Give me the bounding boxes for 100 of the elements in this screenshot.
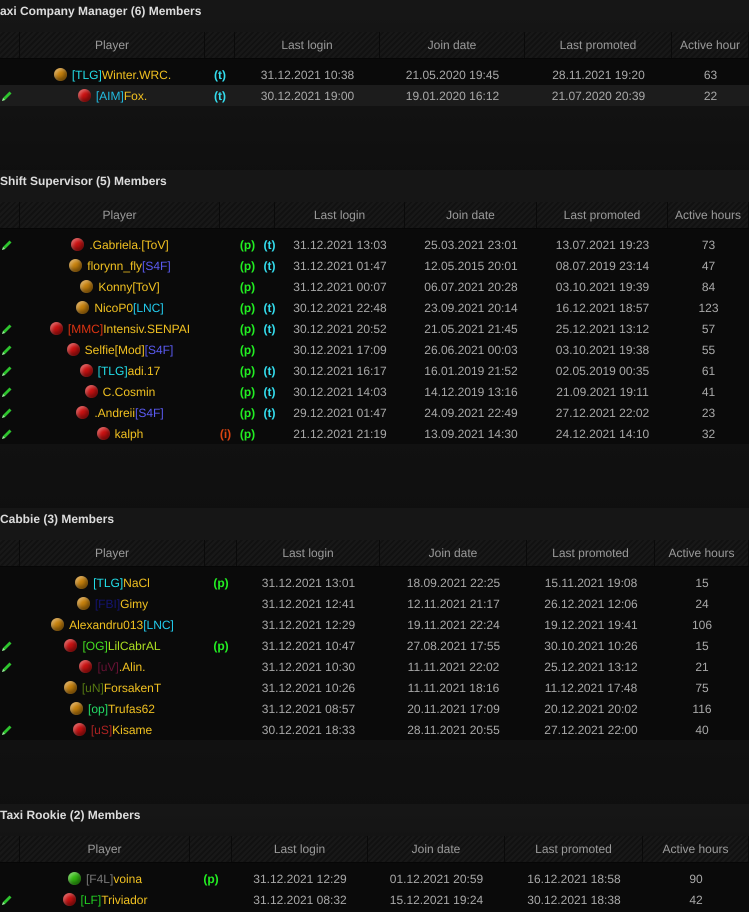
pencil-icon[interactable] — [1, 364, 13, 376]
last-login-cell-text: 21.12.2021 21:19 — [292, 426, 388, 440]
last-promoted-cell-text: 11.12.2021 17:48 — [544, 680, 638, 694]
player-name[interactable]: [FBI]Gimy — [94, 596, 148, 610]
last-login-cell-text: 31.12.2021 08:32 — [252, 892, 348, 906]
player-name[interactable]: [uV].Alin. — [97, 660, 146, 674]
last-promoted-cell-text: 03.10.2021 19:39 — [554, 280, 650, 294]
rank-label: (p) — [240, 258, 256, 272]
last-promoted-cell-text: 16.12.2021 18:58 — [526, 872, 622, 886]
last-promoted-cell-text: 30.10.2021 10:26 — [543, 638, 639, 652]
column-header: Player — [20, 32, 205, 58]
pencil-icon[interactable] — [1, 238, 13, 250]
last-login-cell-text: 30.12.2021 17:09 — [292, 342, 388, 356]
join-date-cell-text: 19.01.2020 16:12 — [404, 88, 500, 102]
player-name[interactable]: NicoP0[LNC] — [94, 300, 164, 314]
last-promoted-cell-text: 26.12.2021 12:06 — [543, 596, 639, 610]
player-name[interactable]: [AIM]Fox. — [96, 88, 148, 102]
player-name[interactable]: [uN]ForsakenT — [82, 680, 162, 694]
pencil-icon[interactable] — [1, 386, 13, 398]
active-hours-cell-text: 21 — [694, 660, 710, 674]
rank-label: (p) — [240, 280, 256, 294]
rank-label: (t) — [264, 406, 276, 420]
pencil-icon[interactable] — [1, 90, 13, 102]
last-login-cell-text: 31.12.2021 10:47 — [260, 638, 356, 652]
active-hours-cell-text: 32 — [700, 426, 716, 440]
last-login-cell-text: 30.12.2021 20:52 — [292, 322, 388, 336]
pencil-icon[interactable] — [1, 660, 13, 672]
last-login-cell-text: 30.12.2021 22:48 — [292, 300, 388, 314]
rank-label: (p) — [240, 364, 256, 378]
pencil-icon[interactable] — [1, 406, 13, 418]
pencil-icon[interactable] — [1, 640, 13, 652]
rank-label: (p) — [240, 384, 256, 398]
active-hours-cell-text: 40 — [694, 722, 710, 736]
group-title: Cabbie (3) Members — [0, 511, 116, 528]
rank-label: (p) — [213, 576, 229, 590]
active-hours-cell-text: 24 — [694, 596, 710, 610]
pencil-icon[interactable] — [1, 428, 13, 440]
player-name[interactable]: [LF]Triviador — [80, 892, 148, 906]
player-name[interactable]: Alexandru013[LNC] — [69, 618, 174, 632]
join-date-cell-text: 27.08.2021 17:55 — [406, 638, 502, 652]
active-hours-cell-text: 75 — [694, 680, 710, 694]
player-name[interactable]: [op]Trufas62 — [88, 702, 155, 716]
active-hours-cell-text: 42 — [688, 892, 704, 906]
player-name[interactable]: [uS]Kisame — [90, 722, 152, 736]
column-header: Join date — [380, 32, 525, 58]
player-name[interactable]: [OG]LilCabrAL — [82, 638, 161, 652]
column-header: Active hours — [643, 836, 749, 862]
column-header: Last login — [232, 836, 368, 862]
last-promoted-cell-text: 24.12.2021 14:10 — [554, 426, 650, 440]
last-promoted-cell-text: 13.07.2021 19:23 — [554, 238, 650, 252]
player-name[interactable]: [TLG]adi.17 — [98, 364, 160, 378]
column-header: Last promoted — [525, 32, 672, 58]
column-header: Last login — [275, 202, 405, 228]
pencil-icon[interactable] — [1, 724, 13, 736]
column-header: Last promoted — [527, 540, 655, 566]
group-title: Taxi Rookie (2) Members — [0, 807, 142, 824]
player-name[interactable]: [F4L]voina — [86, 872, 142, 886]
active-hours-cell-text: 123 — [697, 300, 720, 314]
player-name[interactable]: Selfie[Mod][S4F] — [84, 342, 174, 356]
join-date-cell-text: 01.12.2021 20:59 — [388, 872, 484, 886]
player-name[interactable]: .Gabriela.[ToV] — [89, 238, 169, 252]
last-login-cell-text: 31.12.2021 13:01 — [260, 576, 356, 590]
join-date-cell-text: 11.11.2021 22:02 — [406, 660, 500, 674]
join-date-cell-text: 19.11.2021 22:24 — [406, 618, 501, 632]
join-date-cell-text: 26.06.2021 00:03 — [423, 342, 519, 356]
last-promoted-cell-text: 30.12.2021 18:38 — [526, 892, 622, 906]
active-hours-cell-text: 15 — [694, 576, 710, 590]
active-hours-cell-text: 61 — [700, 364, 716, 378]
pencil-icon[interactable] — [1, 894, 13, 906]
pencil-icon[interactable] — [1, 344, 13, 356]
join-date-cell-text: 12.11.2021 21:17 — [406, 596, 501, 610]
rank-label: (t) — [264, 300, 276, 314]
last-promoted-cell-text: 25.12.2021 13:12 — [554, 322, 650, 336]
last-promoted-cell-text: 08.07.2019 23:14 — [554, 258, 650, 272]
last-login-cell-text: 30.12.2021 19:00 — [260, 88, 356, 102]
player-name[interactable]: florynn_fly[S4F] — [87, 258, 171, 272]
rank-label: (p) — [240, 238, 256, 252]
active-hours-cell-text: 90 — [688, 872, 704, 886]
player-name[interactable]: C.Cosmin — [102, 384, 156, 398]
column-header: Last login — [237, 540, 380, 566]
player-name[interactable]: [MMC]Intensiv.SENPAI — [68, 322, 190, 336]
last-promoted-cell-text: 28.11.2021 19:20 — [551, 68, 646, 82]
last-login-cell-text: 30.12.2021 18:33 — [260, 722, 356, 736]
player-name[interactable]: .Andreii[S4F] — [94, 406, 164, 420]
player-name[interactable]: [TLG]NaCl — [93, 576, 150, 590]
rank-label: (p) — [213, 638, 229, 652]
rank-label: (t) — [264, 384, 276, 398]
pencil-icon[interactable] — [1, 322, 13, 334]
last-promoted-cell-text: 19.12.2021 19:41 — [543, 618, 639, 632]
active-hours-cell-text: 15 — [694, 638, 710, 652]
last-promoted-cell-text: 21.07.2020 20:39 — [550, 88, 646, 102]
player-name[interactable]: [TLG]Winter.WRC. — [72, 68, 172, 82]
active-hours-cell-text: 63 — [702, 68, 718, 82]
active-hours-cell-text: 73 — [700, 238, 716, 252]
player-name[interactable]: Konny[ToV] — [98, 280, 160, 294]
player-name[interactable]: kalph — [114, 426, 144, 440]
rank-label: (t) — [264, 364, 276, 378]
active-hours-cell-text: 55 — [700, 342, 716, 356]
last-promoted-cell-text: 27.12.2021 22:02 — [554, 406, 650, 420]
column-header: Join date — [380, 540, 527, 566]
